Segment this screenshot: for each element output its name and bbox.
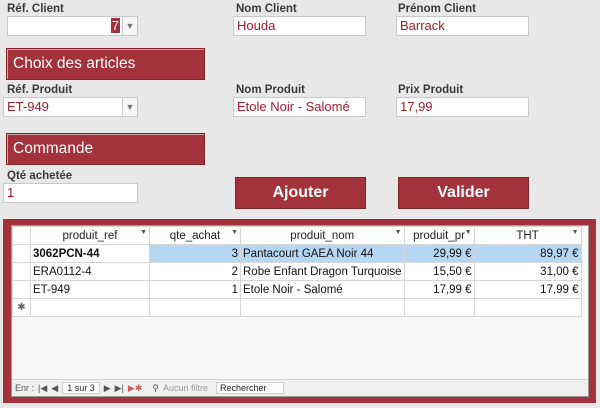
next-record-icon[interactable]: ▶ [104,383,111,394]
ref-client-combo[interactable]: 7 ▼ [7,16,138,36]
column-header-tht[interactable]: THT ▼ [473,226,582,245]
cell-produit-nom[interactable]: Robe Enfant Dragon Turquoise [240,262,405,281]
previous-record-icon[interactable]: ◀ [51,383,58,394]
nom-client-field[interactable]: Houda [233,16,366,36]
table-row[interactable]: 3062PCN-44 3 Pantacourt GAEA Noir 44 29,… [12,244,582,263]
cell-produit-prix[interactable] [403,298,475,317]
last-record-icon[interactable]: ▶| [115,383,124,394]
cell-produit-nom[interactable]: Etole Noir - Salomé [240,280,405,299]
chevron-down-icon[interactable]: ▼ [122,98,137,116]
dropdown-arrow-icon[interactable]: ▼ [465,229,472,236]
current-record-field[interactable]: 1 sur 3 [62,382,100,394]
new-record-nav-icon[interactable]: ▶✱ [128,383,142,394]
cell-produit-ref[interactable]: ET-949 [30,280,150,299]
dropdown-arrow-icon[interactable]: ▼ [572,229,579,236]
column-header-label: qte_achat [169,229,221,242]
row-selector[interactable] [12,262,31,281]
dropdown-arrow-icon[interactable]: ▼ [140,229,147,236]
ref-produit-label: Réf. Produit [7,84,73,96]
record-navigation-bar: Enr : |◀ ◀ 1 sur 3 ▶ ▶| ▶✱ ⚲ Aucun filtr… [12,379,588,396]
column-header-label: produit_pr [413,229,465,242]
column-header-label: THT [516,229,539,242]
cell-produit-nom[interactable] [240,298,405,317]
commande-subform: produit_ref ▼ qte_achat ▼ produit_nom ▼ pro… [11,225,589,397]
section-choix-articles: Choix des articles [6,48,205,80]
ajouter-button[interactable]: Ajouter [235,177,366,209]
nom-client-label: Nom Client [236,3,297,15]
header-row: produit_ref ▼ qte_achat ▼ produit_nom ▼ pro… [12,226,582,245]
column-header-label: produit_nom [290,229,355,242]
cell-tht[interactable]: 17,99 € [473,280,582,299]
dropdown-arrow-icon[interactable]: ▼ [231,229,238,236]
ref-client-label: Réf. Client [7,3,64,15]
cell-produit-nom[interactable]: Pantacourt GAEA Noir 44 [240,244,405,263]
chevron-down-icon[interactable]: ▼ [122,17,137,35]
column-header-qte-achat[interactable]: qte_achat ▼ [149,226,241,245]
qte-field[interactable]: 1 [3,183,138,203]
prenom-client-field[interactable]: Barrack [396,16,529,36]
cell-produit-prix[interactable]: 17,99 € [403,280,475,299]
nom-produit-field[interactable]: Etole Noir - Salomé [233,97,366,117]
cell-produit-ref[interactable] [30,298,150,317]
table-row[interactable]: ERA0112-4 2 Robe Enfant Dragon Turquoise… [12,262,582,281]
record-nav-label: Enr : [15,383,35,393]
prix-produit-label: Prix Produit [398,84,464,96]
column-header-label: produit_ref [62,229,118,242]
new-record-icon: ✱ [12,298,31,317]
search-input[interactable]: Rechercher [216,382,284,394]
ref-client-value: 7 [110,18,120,33]
cell-produit-ref[interactable]: ERA0112-4 [30,262,150,281]
cell-produit-ref[interactable]: 3062PCN-44 [30,244,150,263]
section-commande: Commande [6,133,205,165]
first-record-icon[interactable]: |◀ [38,383,47,394]
filter-status[interactable]: Aucun filtre [163,383,208,393]
commande-datasheet: produit_ref ▼ qte_achat ▼ produit_nom ▼ pro… [12,226,582,317]
row-selector-header[interactable] [12,226,31,245]
prenom-client-label: Prénom Client [398,3,476,15]
cell-produit-prix[interactable]: 15,50 € [403,262,475,281]
ref-produit-combo[interactable]: ET-949 ▼ [3,97,138,117]
cell-qte-achat[interactable] [149,298,241,317]
cell-qte-achat[interactable]: 3 [149,244,241,263]
row-selector[interactable] [12,280,31,299]
cell-produit-prix[interactable]: 29,99 € [403,244,475,263]
column-header-produit-prix[interactable]: produit_pr ▼ [403,226,475,245]
cell-tht[interactable] [473,298,582,317]
nom-produit-label: Nom Produit [236,84,305,96]
cell-tht[interactable]: 89,97 € [473,244,582,263]
column-header-produit-nom[interactable]: produit_nom ▼ [240,226,405,245]
qte-label: Qté achetée [7,170,73,182]
table-row[interactable]: ET-949 1 Etole Noir - Salomé 17,99 € 17,… [12,280,582,299]
row-selector[interactable] [12,244,31,263]
prix-produit-field[interactable]: 17,99 [396,97,529,117]
filter-icon[interactable]: ⚲ [152,383,159,394]
cell-tht[interactable]: 31,00 € [473,262,582,281]
column-header-produit-ref[interactable]: produit_ref ▼ [30,226,150,245]
dropdown-arrow-icon[interactable]: ▼ [395,229,402,236]
new-record-row[interactable]: ✱ [12,298,582,317]
valider-button[interactable]: Valider [398,177,529,209]
cell-qte-achat[interactable]: 1 [149,280,241,299]
cell-qte-achat[interactable]: 2 [149,262,241,281]
ref-produit-value: ET-949 [7,99,49,114]
